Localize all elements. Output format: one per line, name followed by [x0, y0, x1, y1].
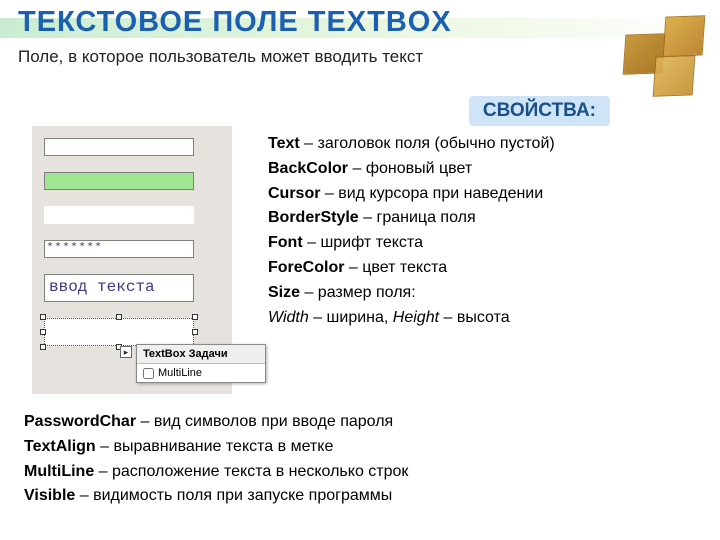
smart-tag-option-row[interactable]: MultiLine [137, 364, 265, 382]
prop-desc: – видимость поля при запуске программы [75, 487, 392, 504]
prop-desc: – заголовок поля (обычно пустой) [300, 135, 555, 152]
prop-sub-name: Width [268, 309, 309, 326]
prop-row: Text – заголовок поля (обычно пустой) [268, 132, 698, 157]
prop-size-sub: Width – ширина, Height – высота [268, 306, 698, 331]
prop-name: BackColor [268, 160, 348, 177]
properties-list-bottom: PasswordChar – вид символов при вводе па… [24, 410, 694, 509]
prop-row: BackColor – фоновый цвет [268, 157, 698, 182]
prop-row: Visible – видимость поля при запуске про… [24, 484, 694, 509]
multiline-label: MultiLine [158, 367, 202, 379]
smart-tag-panel: TextBox Задачи MultiLine [136, 344, 266, 383]
prop-desc: – фоновый цвет [348, 160, 472, 177]
prop-name: Visible [24, 487, 75, 504]
prop-name: Size [268, 284, 300, 301]
prop-name: Cursor [268, 185, 320, 202]
prop-row: ForeColor – цвет текста [268, 256, 698, 281]
smart-tag-icon[interactable] [120, 346, 132, 358]
subtitle: Поле, в которое пользователь может вводи… [18, 46, 518, 67]
properties-heading: СВОЙСТВА: [469, 96, 610, 126]
properties-list-right: Text – заголовок поля (обычно пустой) Ba… [268, 132, 698, 330]
prop-desc: – вид символов при вводе пароля [136, 413, 393, 430]
textbox-sample-noborder[interactable] [44, 206, 194, 224]
prop-row: Font – шрифт текста [268, 231, 698, 256]
prop-sub-desc: – ширина, [309, 309, 393, 326]
prop-name: Font [268, 234, 303, 251]
prop-desc: – вид курсора при наведении [320, 185, 543, 202]
prop-name: BorderStyle [268, 209, 359, 226]
prop-desc: – расположение текста в несколько строк [94, 463, 408, 480]
prop-name: ForeColor [268, 259, 344, 276]
textbox-sample-selected[interactable] [44, 318, 194, 346]
prop-row: Cursor – вид курсора при наведении [268, 182, 698, 207]
prop-row: TextAlign – выравнивание текста в метке [24, 435, 694, 460]
prop-name: Text [268, 135, 300, 152]
prop-sub-desc: – высота [439, 309, 510, 326]
prop-desc: – шрифт текста [303, 234, 423, 251]
textbox-sample-labeled[interactable]: ввод текста [44, 274, 194, 302]
prop-row: MultiLine – расположение текста в нескол… [24, 460, 694, 485]
prop-name: TextAlign [24, 438, 96, 455]
textbox-sample-green[interactable] [44, 172, 194, 190]
prop-row: BorderStyle – граница поля [268, 206, 698, 231]
prop-row: Size – размер поля: [268, 281, 698, 306]
prop-row: PasswordChar – вид символов при вводе па… [24, 410, 694, 435]
prop-desc: – граница поля [359, 209, 476, 226]
textbox-sample-password[interactable]: ******* [44, 240, 194, 258]
prop-name: PasswordChar [24, 413, 136, 430]
textbox-sample-plain[interactable] [44, 138, 194, 156]
page-title: ТЕКСТОВОЕ ПОЛЕ TEXTBOX [18, 6, 452, 39]
smart-tag-title: TextBox Задачи [137, 345, 265, 364]
prop-sub-name: Height [393, 309, 439, 326]
multiline-checkbox[interactable] [143, 368, 154, 379]
prop-name: MultiLine [24, 463, 94, 480]
prop-desc: – выравнивание текста в метке [96, 438, 334, 455]
prop-desc: – размер поля: [300, 284, 416, 301]
cube-decoration [594, 6, 714, 106]
prop-desc: – цвет текста [344, 259, 447, 276]
